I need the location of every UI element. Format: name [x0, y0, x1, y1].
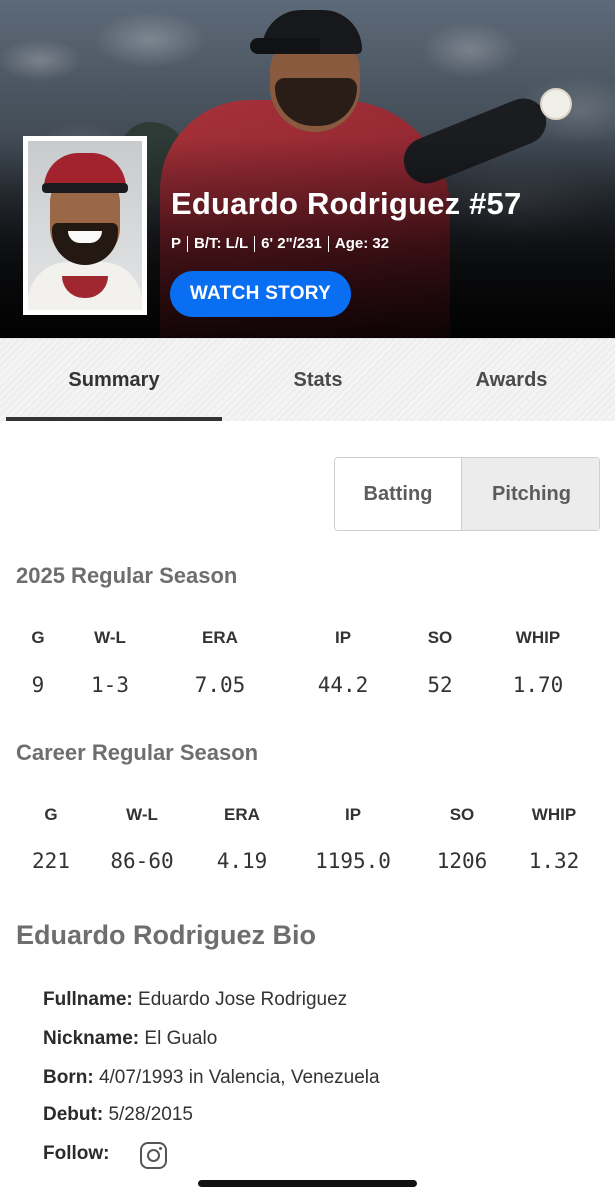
- career-value-so: 1206: [436, 849, 488, 873]
- season-header-era: ERA: [202, 628, 238, 647]
- bio-fullname-value: Eduardo Jose Rodriguez: [138, 989, 348, 1010]
- season-value-whip: 1.70: [512, 673, 564, 697]
- hero-baseball: [540, 88, 572, 120]
- season-header-so: SO: [427, 628, 453, 647]
- bio-fullname-label: Fullname:: [43, 989, 133, 1010]
- active-tab-indicator: [6, 417, 222, 421]
- season-header-whip: WHIP: [515, 628, 561, 647]
- career-stats-title: Career Regular Season: [16, 740, 259, 765]
- career-value-era: 4.19: [216, 849, 268, 873]
- career-value-wl: 86-60: [110, 849, 174, 873]
- career-header-so: SO: [449, 805, 475, 824]
- headshot-cap-bill: [42, 183, 128, 193]
- watch-story-button[interactable]: WATCH STORY: [170, 271, 351, 317]
- bio-debut-value: 5/28/2015: [108, 1104, 193, 1125]
- bio-debut-label: Debut:: [43, 1104, 104, 1125]
- instagram-icon[interactable]: [140, 1142, 167, 1169]
- bio-born-row: Born: 4/07/1993 in Valencia, Venezuela: [43, 1067, 380, 1089]
- home-indicator[interactable]: [198, 1180, 417, 1187]
- career-header-whip: WHIP: [531, 805, 577, 824]
- player-age: Age: 32: [334, 235, 390, 252]
- meta-divider: [187, 235, 189, 252]
- tab-summary[interactable]: Summary: [6, 339, 222, 422]
- season-value-g: 9: [31, 673, 45, 697]
- bio-follow-row: Follow:: [43, 1143, 109, 1165]
- season-value-wl: 1-3: [91, 673, 129, 697]
- bio-follow-label: Follow:: [43, 1143, 110, 1164]
- tab-bar: Summary Stats Awards: [0, 338, 615, 421]
- player-name: Eduardo Rodriguez #57: [171, 186, 522, 221]
- career-value-g: 221: [32, 849, 70, 873]
- bio-fullname-row: Fullname: Eduardo Jose Rodriguez: [43, 989, 347, 1011]
- meta-divider: [254, 235, 256, 252]
- bio-nickname-value: El Gualo: [144, 1028, 218, 1049]
- bio-nickname-label: Nickname:: [43, 1028, 140, 1049]
- tab-stats[interactable]: Stats: [222, 339, 414, 422]
- batting-pitching-toggle: Batting Pitching: [334, 457, 600, 531]
- pitching-toggle-button[interactable]: Pitching: [462, 458, 599, 530]
- career-header-era: ERA: [224, 805, 260, 824]
- player-position: P: [171, 235, 182, 252]
- season-value-era: 7.05: [194, 673, 246, 697]
- season-value-ip: 44.2: [317, 673, 369, 697]
- season-header-ip: IP: [334, 628, 352, 647]
- hero-player-cap-bill: [250, 38, 320, 54]
- season-header-g: G: [31, 628, 45, 647]
- headshot-beard: [52, 223, 118, 265]
- season-stats-title: 2025 Regular Season: [16, 563, 238, 588]
- meta-divider: [327, 235, 329, 252]
- player-bats-throws: B/T: L/L: [194, 235, 249, 252]
- player-height-weight: 6' 2"/231: [261, 235, 322, 252]
- player-headshot: [23, 136, 147, 315]
- headshot-photo: [28, 141, 142, 310]
- bio-born-label: Born:: [43, 1067, 94, 1088]
- batting-toggle-button[interactable]: Batting: [335, 458, 462, 530]
- bio-title: Eduardo Rodriguez Bio: [16, 920, 316, 950]
- career-header-ip: IP: [344, 805, 362, 824]
- bio-nickname-row: Nickname: El Gualo: [43, 1028, 217, 1050]
- tab-awards[interactable]: Awards: [414, 339, 609, 422]
- career-value-ip: 1195.0: [315, 849, 391, 873]
- season-header-wl: W-L: [94, 628, 126, 647]
- bio-debut-row: Debut: 5/28/2015: [43, 1104, 193, 1126]
- career-header-g: G: [44, 805, 58, 824]
- season-value-so: 52: [427, 673, 453, 697]
- player-meta: P B/T: L/L 6' 2"/231 Age: 32: [171, 235, 389, 252]
- bio-born-value: 4/07/1993 in Valencia, Venezuela: [98, 1067, 380, 1088]
- career-value-whip: 1.32: [528, 849, 580, 873]
- career-header-wl: W-L: [126, 805, 158, 824]
